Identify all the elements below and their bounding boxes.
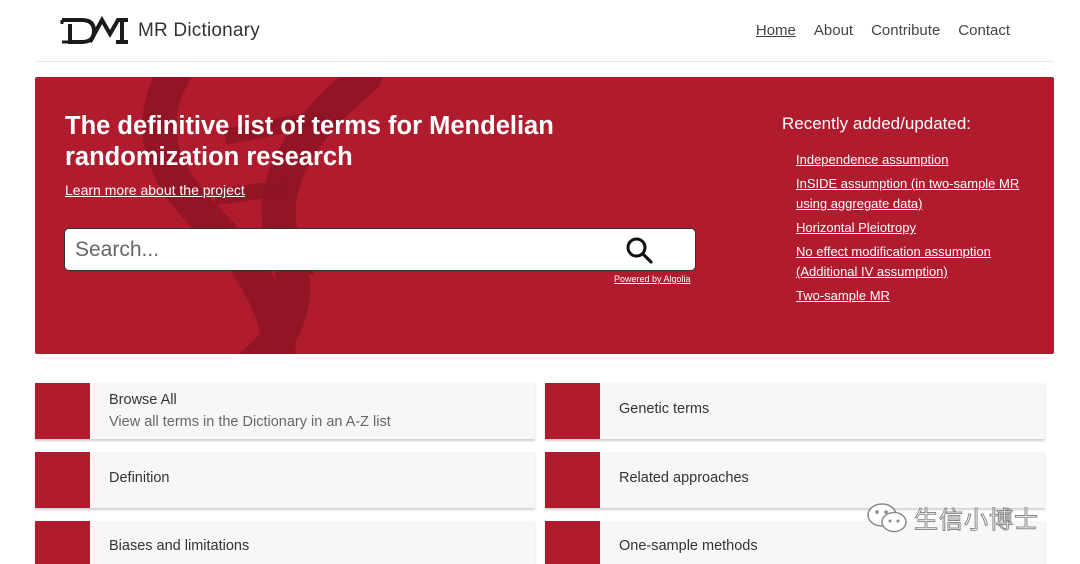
wechat-icon bbox=[867, 502, 907, 532]
recent-list: Independence assumption InSIDE assumptio… bbox=[796, 150, 1036, 310]
card-title: Related approaches bbox=[619, 470, 749, 486]
list-item: Two-sample MR bbox=[796, 286, 1036, 306]
header-divider bbox=[35, 61, 1054, 62]
card-swatch bbox=[35, 452, 90, 508]
powered-by-algolia-link[interactable]: Powered by Algolia bbox=[614, 274, 691, 284]
nav-contribute[interactable]: Contribute bbox=[871, 22, 940, 39]
site-title[interactable]: MR Dictionary bbox=[138, 20, 260, 42]
card-biases-limitations[interactable]: Biases and limitations bbox=[35, 521, 535, 564]
card-swatch bbox=[545, 383, 600, 439]
search-box[interactable] bbox=[64, 228, 696, 271]
category-cards: Browse All View all terms in the Diction… bbox=[35, 383, 1045, 564]
card-title: Browse All bbox=[109, 392, 177, 408]
card-title: Genetic terms bbox=[619, 401, 710, 417]
hero-title: The definitive list of terms for Mendeli… bbox=[65, 112, 554, 171]
watermark: 生信小博士 bbox=[866, 500, 1039, 535]
list-item: No effect modification assumption (Addit… bbox=[796, 242, 1036, 282]
recent-title: Recently added/updated: bbox=[782, 114, 972, 133]
card-title: Biases and limitations bbox=[109, 538, 250, 554]
card-swatch bbox=[545, 521, 600, 564]
card-swatch bbox=[545, 452, 600, 508]
learn-more-link[interactable]: Learn more about the project bbox=[65, 182, 245, 198]
list-item: InSIDE assumption (in two-sample MR usin… bbox=[796, 174, 1036, 214]
search-input[interactable] bbox=[75, 235, 615, 265]
list-item: Horizontal Pleiotropy bbox=[796, 218, 1036, 238]
logo-icon[interactable] bbox=[60, 16, 130, 46]
watermark-text: 生信小博士 bbox=[914, 506, 1039, 535]
card-swatch bbox=[35, 521, 90, 564]
main-nav: Home About Contribute Contact bbox=[756, 22, 1010, 39]
recent-link[interactable]: Independence assumption bbox=[796, 152, 949, 167]
hero-banner: The definitive list of terms for Mendeli… bbox=[35, 77, 1054, 354]
nav-home[interactable]: Home bbox=[756, 22, 796, 39]
recent-link[interactable]: Horizontal Pleiotropy bbox=[796, 220, 916, 235]
search-icon[interactable] bbox=[625, 236, 653, 264]
recent-link[interactable]: No effect modification assumption (Addit… bbox=[796, 244, 991, 279]
card-definition[interactable]: Definition bbox=[35, 452, 535, 508]
nav-about[interactable]: About bbox=[814, 22, 853, 39]
card-browse-all[interactable]: Browse All View all terms in the Diction… bbox=[35, 383, 535, 439]
card-title: Definition bbox=[109, 470, 170, 486]
list-item: Independence assumption bbox=[796, 150, 1036, 170]
nav-contact[interactable]: Contact bbox=[958, 22, 1010, 39]
card-subtitle: View all terms in the Dictionary in an A… bbox=[109, 414, 391, 430]
card-swatch bbox=[35, 383, 90, 439]
card-title: One-sample methods bbox=[619, 538, 758, 554]
site-header: MR Dictionary Home About Contribute Cont… bbox=[0, 0, 1080, 62]
recent-link[interactable]: Two-sample MR bbox=[796, 288, 890, 303]
card-genetic-terms[interactable]: Genetic terms bbox=[545, 383, 1045, 439]
recent-link[interactable]: InSIDE assumption (in two-sample MR usin… bbox=[796, 176, 1019, 211]
